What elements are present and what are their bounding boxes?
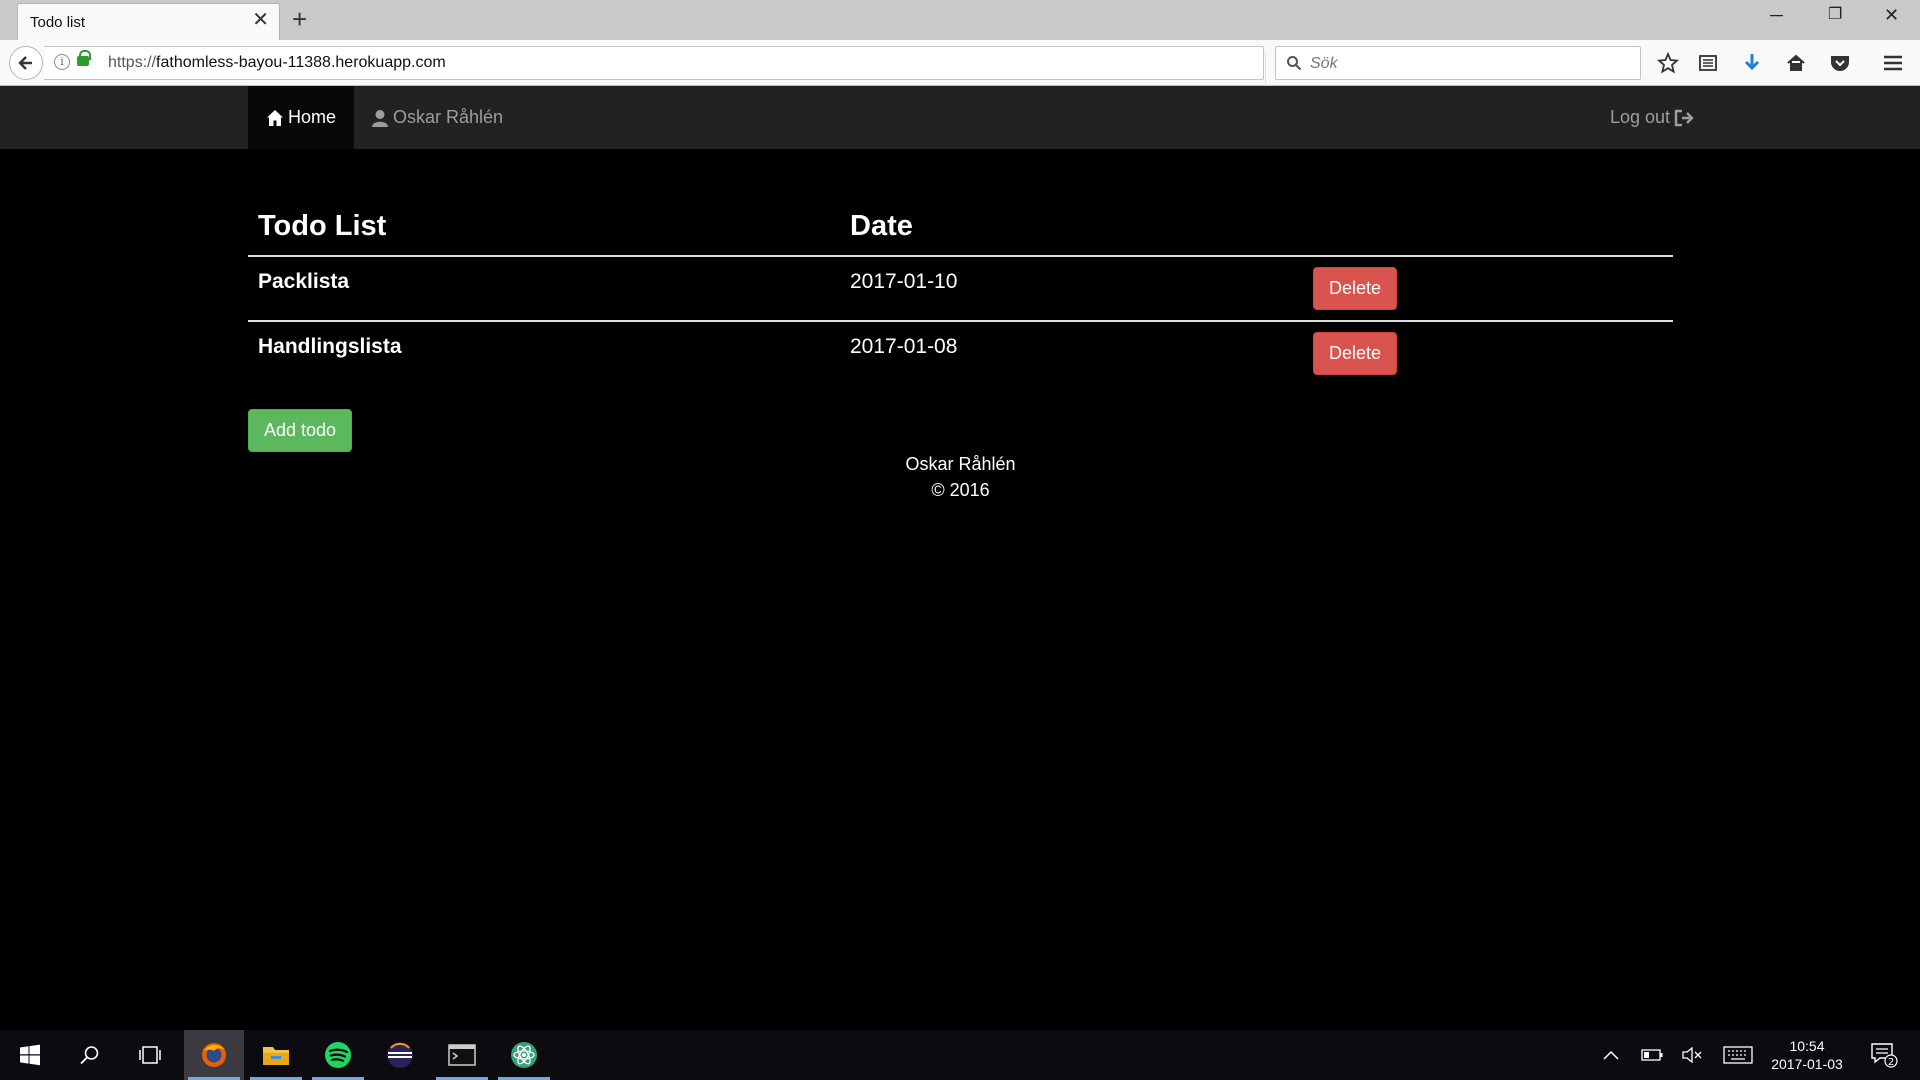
window-close-icon[interactable]: ✕ bbox=[1884, 5, 1899, 25]
logout-link[interactable]: Log out bbox=[1610, 86, 1694, 149]
new-tab-icon[interactable]: + bbox=[292, 5, 307, 33]
battery-icon[interactable] bbox=[1638, 1030, 1666, 1080]
todo-table: Todo List Date Packlista 2017-01-10 Dele… bbox=[248, 193, 1673, 385]
terminal-icon[interactable] bbox=[432, 1030, 492, 1080]
logout-label: Log out bbox=[1609, 107, 1670, 127]
todo-date: 2017-01-08 bbox=[840, 320, 1303, 385]
logout-icon bbox=[1674, 109, 1694, 126]
footer-author: Oskar Råhlén bbox=[905, 454, 1016, 474]
action-center-icon[interactable]: 2 bbox=[1866, 1030, 1902, 1080]
clock-time: 10:54 bbox=[1789, 1038, 1825, 1054]
browser-tab[interactable]: Todo list ✕ bbox=[17, 3, 280, 40]
home-icon[interactable] bbox=[1781, 48, 1811, 78]
task-view-icon[interactable] bbox=[120, 1030, 180, 1080]
notification-count: 2 bbox=[1888, 1057, 1894, 1068]
url-bar[interactable]: i https://fathomless-bayou-11388.herokua… bbox=[44, 46, 1294, 87]
download-icon[interactable] bbox=[1737, 48, 1767, 78]
delete-button[interactable]: Delete bbox=[1313, 267, 1398, 310]
header-actions bbox=[1303, 193, 1673, 257]
home-icon bbox=[266, 109, 283, 126]
file-explorer-icon[interactable] bbox=[246, 1030, 306, 1080]
bookmark-star-icon[interactable] bbox=[1653, 48, 1683, 78]
keyboard-icon[interactable] bbox=[1720, 1030, 1756, 1080]
site-info-icon[interactable]: i bbox=[54, 54, 70, 70]
table-row: Handlingslista 2017-01-08 Delete bbox=[248, 320, 1673, 385]
taskbar-search-icon[interactable] bbox=[60, 1030, 120, 1080]
firefox-taskbar-icon[interactable] bbox=[184, 1030, 244, 1080]
site-navbar: Home Oskar Råhlén Log out bbox=[0, 86, 1920, 149]
taskbar: 10:54 2017-01-03 2 bbox=[0, 1030, 1920, 1080]
nav-user-label: Oskar Råhlén bbox=[393, 107, 504, 127]
lock-icon bbox=[77, 50, 91, 66]
tab-title: Todo list bbox=[30, 14, 86, 31]
todo-name[interactable]: Handlingslista bbox=[248, 320, 840, 385]
reading-list-icon[interactable] bbox=[1693, 48, 1723, 78]
show-hidden-icons-icon[interactable] bbox=[1598, 1030, 1624, 1080]
todo-name[interactable]: Packlista bbox=[248, 256, 840, 321]
menu-icon[interactable] bbox=[1878, 48, 1908, 78]
user-icon bbox=[372, 109, 388, 127]
browser-tab-bar: Todo list ✕ + ─ ❐ ✕ bbox=[0, 0, 1920, 40]
main-content: Todo List Date Packlista 2017-01-10 Dele… bbox=[248, 149, 1673, 500]
eclipse-icon[interactable] bbox=[370, 1030, 430, 1080]
taskbar-clock[interactable]: 10:54 2017-01-03 bbox=[1765, 1037, 1849, 1073]
nav-home-link[interactable]: Home bbox=[248, 86, 354, 149]
spotify-icon[interactable] bbox=[308, 1030, 368, 1080]
add-todo-button[interactable]: Add todo bbox=[248, 409, 353, 452]
nav-home-label: Home bbox=[287, 107, 336, 127]
volume-muted-icon[interactable] bbox=[1678, 1030, 1706, 1080]
delete-button[interactable]: Delete bbox=[1313, 332, 1398, 375]
table-row: Packlista 2017-01-10 Delete bbox=[248, 256, 1673, 321]
tab-close-icon[interactable]: ✕ bbox=[252, 10, 269, 30]
nav-user-link[interactable]: Oskar Råhlén bbox=[371, 86, 503, 149]
footer-copyright: © 2016 bbox=[931, 480, 990, 500]
search-input[interactable]: Sök bbox=[1310, 55, 1338, 73]
windows-start-icon[interactable] bbox=[0, 1030, 60, 1080]
todo-date: 2017-01-10 bbox=[850, 270, 958, 293]
search-icon bbox=[1287, 56, 1302, 71]
header-todo-list: Todo List bbox=[248, 193, 840, 257]
atom-icon[interactable] bbox=[494, 1030, 554, 1080]
clock-date: 2017-01-03 bbox=[1771, 1056, 1843, 1072]
url-text[interactable]: https://fathomless-bayou-11388.herokuapp… bbox=[108, 54, 446, 72]
restore-icon[interactable]: ❐ bbox=[1828, 5, 1842, 25]
browser-toolbar: i https://fathomless-bayou-11388.herokua… bbox=[0, 40, 1920, 87]
back-arrow-icon bbox=[18, 56, 32, 70]
back-button[interactable] bbox=[9, 46, 43, 80]
search-bar[interactable]: Sök bbox=[1275, 46, 1641, 80]
header-date: Date bbox=[840, 193, 1303, 257]
footer: Oskar Råhlén © 2016 bbox=[248, 451, 1673, 503]
minimize-icon[interactable]: ─ bbox=[1770, 5, 1783, 25]
pocket-icon[interactable] bbox=[1825, 48, 1855, 78]
